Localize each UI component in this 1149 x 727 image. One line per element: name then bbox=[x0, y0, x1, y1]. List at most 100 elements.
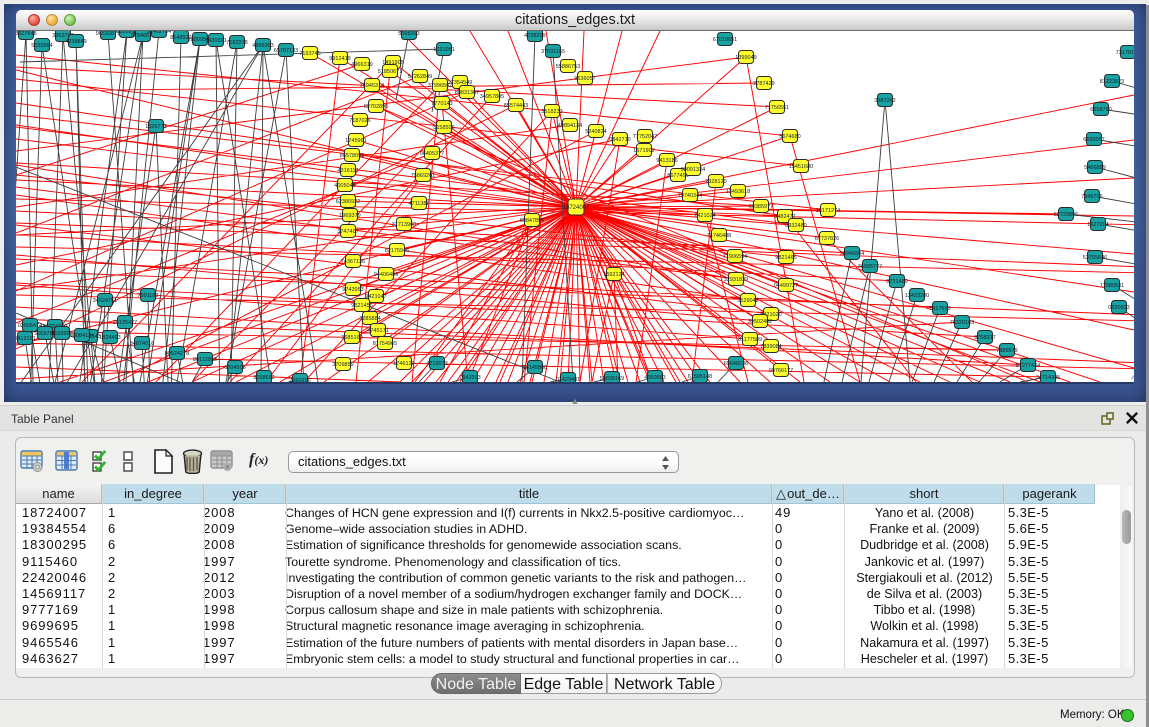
svg-text:5430391: 5430391 bbox=[205, 38, 226, 44]
svg-text:1746120: 1746120 bbox=[393, 361, 414, 367]
svg-text:4745171: 4745171 bbox=[367, 328, 388, 334]
svg-text:1399049: 1399049 bbox=[735, 55, 756, 61]
svg-text:6658760: 6658760 bbox=[1090, 107, 1111, 113]
svg-text:98084124: 98084124 bbox=[70, 333, 94, 339]
svg-text:1745961: 1745961 bbox=[345, 138, 366, 144]
svg-text:4238849: 4238849 bbox=[65, 39, 86, 45]
svg-text:17080531: 17080531 bbox=[1100, 283, 1124, 289]
svg-text:75869261: 75869261 bbox=[411, 173, 435, 179]
svg-text:87277434: 87277434 bbox=[1016, 363, 1040, 369]
svg-text:62729806: 62729806 bbox=[1054, 212, 1078, 218]
svg-text:3387262: 3387262 bbox=[874, 98, 895, 104]
svg-text:53755646: 53755646 bbox=[1083, 255, 1107, 261]
svg-text:9636057: 9636057 bbox=[574, 76, 595, 82]
svg-text:39502402: 39502402 bbox=[748, 319, 772, 325]
svg-text:4711382: 4711382 bbox=[408, 201, 429, 207]
svg-text:0330923: 0330923 bbox=[1108, 305, 1129, 311]
svg-text:5158506: 5158506 bbox=[433, 125, 454, 131]
svg-text:29946804: 29946804 bbox=[840, 251, 864, 257]
svg-text:99091334: 99091334 bbox=[681, 167, 705, 173]
svg-text:36995777: 36995777 bbox=[858, 264, 882, 270]
svg-text:7543303: 7543303 bbox=[459, 375, 480, 381]
svg-text:18724007: 18724007 bbox=[563, 205, 590, 211]
svg-text:34957885: 34957885 bbox=[480, 94, 504, 100]
svg-text:3685160: 3685160 bbox=[341, 335, 362, 341]
svg-text:1969379: 1969379 bbox=[339, 213, 360, 219]
svg-text:65648236: 65648236 bbox=[724, 361, 748, 367]
svg-text:7346706: 7346706 bbox=[1081, 194, 1102, 200]
svg-text:67737826: 67737826 bbox=[815, 236, 839, 242]
svg-text:8721489: 8721489 bbox=[886, 279, 907, 285]
svg-text:51850671: 51850671 bbox=[378, 69, 402, 75]
svg-text:86578091: 86578091 bbox=[340, 153, 364, 159]
svg-text:00524278: 00524278 bbox=[165, 351, 189, 357]
svg-text:96405377: 96405377 bbox=[420, 151, 444, 157]
svg-text:34624751: 34624751 bbox=[93, 298, 117, 304]
svg-text:0812191: 0812191 bbox=[16, 336, 36, 342]
svg-text:9912419: 9912419 bbox=[329, 56, 350, 62]
svg-text:9821465: 9821465 bbox=[775, 255, 796, 261]
svg-text:7839084: 7839084 bbox=[760, 344, 781, 350]
svg-text:0932480: 0932480 bbox=[785, 223, 806, 229]
svg-text:5674680: 5674680 bbox=[779, 134, 800, 140]
svg-text:2787429: 2787429 bbox=[753, 81, 774, 87]
svg-text:81754965: 81754965 bbox=[373, 341, 397, 347]
svg-text:85574443: 85574443 bbox=[504, 103, 528, 109]
svg-text:2328120: 2328120 bbox=[705, 179, 726, 185]
svg-text:49894134: 49894134 bbox=[558, 123, 582, 129]
svg-text:5240824: 5240824 bbox=[585, 129, 606, 135]
svg-text:8327648: 8327648 bbox=[16, 31, 37, 37]
svg-text:81177589: 81177589 bbox=[738, 337, 762, 343]
svg-text:65787133: 65787133 bbox=[274, 48, 298, 54]
svg-text:34874016: 34874016 bbox=[130, 341, 154, 347]
svg-text:34714345: 34714345 bbox=[1036, 375, 1060, 381]
svg-text:4896383: 4896383 bbox=[252, 43, 273, 49]
svg-text:71756551: 71756551 bbox=[765, 105, 789, 111]
svg-text:25135427: 25135427 bbox=[113, 320, 137, 326]
svg-text:0842710: 0842710 bbox=[609, 137, 630, 143]
svg-text:7770143: 7770143 bbox=[431, 101, 452, 107]
svg-text:73178108: 73178108 bbox=[1116, 50, 1134, 56]
svg-text:77752047: 77752047 bbox=[633, 134, 657, 140]
svg-text:4966319: 4966319 bbox=[351, 62, 372, 68]
svg-text:6204505: 6204505 bbox=[224, 365, 245, 371]
svg-text:82175946: 82175946 bbox=[385, 248, 409, 254]
svg-text:4316117: 4316117 bbox=[337, 168, 358, 174]
svg-text:2260256: 2260256 bbox=[289, 378, 310, 382]
svg-text:80831367: 80831367 bbox=[455, 90, 479, 96]
svg-text:3158692: 3158692 bbox=[253, 375, 274, 381]
svg-text:9413186: 9413186 bbox=[656, 158, 677, 164]
svg-text:01429401: 01429401 bbox=[556, 377, 580, 382]
svg-text:71906594: 71906594 bbox=[723, 254, 747, 260]
svg-text:76945314: 76945314 bbox=[360, 83, 384, 89]
svg-text:1824493: 1824493 bbox=[99, 335, 120, 341]
svg-text:62702895: 62702895 bbox=[364, 104, 388, 110]
svg-text:15451680: 15451680 bbox=[789, 164, 813, 170]
svg-text:4005045: 4005045 bbox=[334, 183, 355, 189]
svg-text:3529042: 3529042 bbox=[737, 298, 758, 304]
svg-text:4738299: 4738299 bbox=[524, 33, 545, 39]
svg-text:3747407: 3747407 bbox=[337, 229, 358, 235]
svg-text:1592124: 1592124 bbox=[603, 272, 624, 278]
svg-text:9521456: 9521456 bbox=[351, 303, 372, 309]
svg-text:32931839: 32931839 bbox=[724, 277, 748, 283]
svg-text:9743953: 9743953 bbox=[342, 287, 363, 293]
svg-text:1031051: 1031051 bbox=[433, 47, 454, 53]
svg-text:61595148: 61595148 bbox=[688, 374, 712, 380]
svg-text:7889579: 7889579 bbox=[996, 348, 1017, 354]
svg-text:57262849: 57262849 bbox=[408, 74, 432, 80]
svg-text:80112805: 80112805 bbox=[193, 357, 217, 363]
svg-text:8708317: 8708317 bbox=[974, 335, 995, 341]
svg-text:3285884: 3285884 bbox=[359, 316, 380, 322]
svg-text:7187026: 7187026 bbox=[349, 118, 370, 124]
svg-text:4216073: 4216073 bbox=[426, 361, 447, 367]
svg-text:1671902: 1671902 bbox=[633, 148, 654, 154]
svg-text:51462704: 51462704 bbox=[147, 31, 171, 35]
svg-text:04499727: 04499727 bbox=[774, 283, 798, 289]
svg-text:2421024: 2421024 bbox=[694, 213, 715, 219]
svg-text:7991183: 7991183 bbox=[137, 293, 158, 299]
svg-text:00766177: 00766177 bbox=[769, 368, 793, 374]
svg-text:7193745: 7193745 bbox=[299, 51, 320, 57]
svg-text:94406409: 94406409 bbox=[374, 272, 398, 278]
svg-text:13493618: 13493618 bbox=[726, 189, 750, 195]
